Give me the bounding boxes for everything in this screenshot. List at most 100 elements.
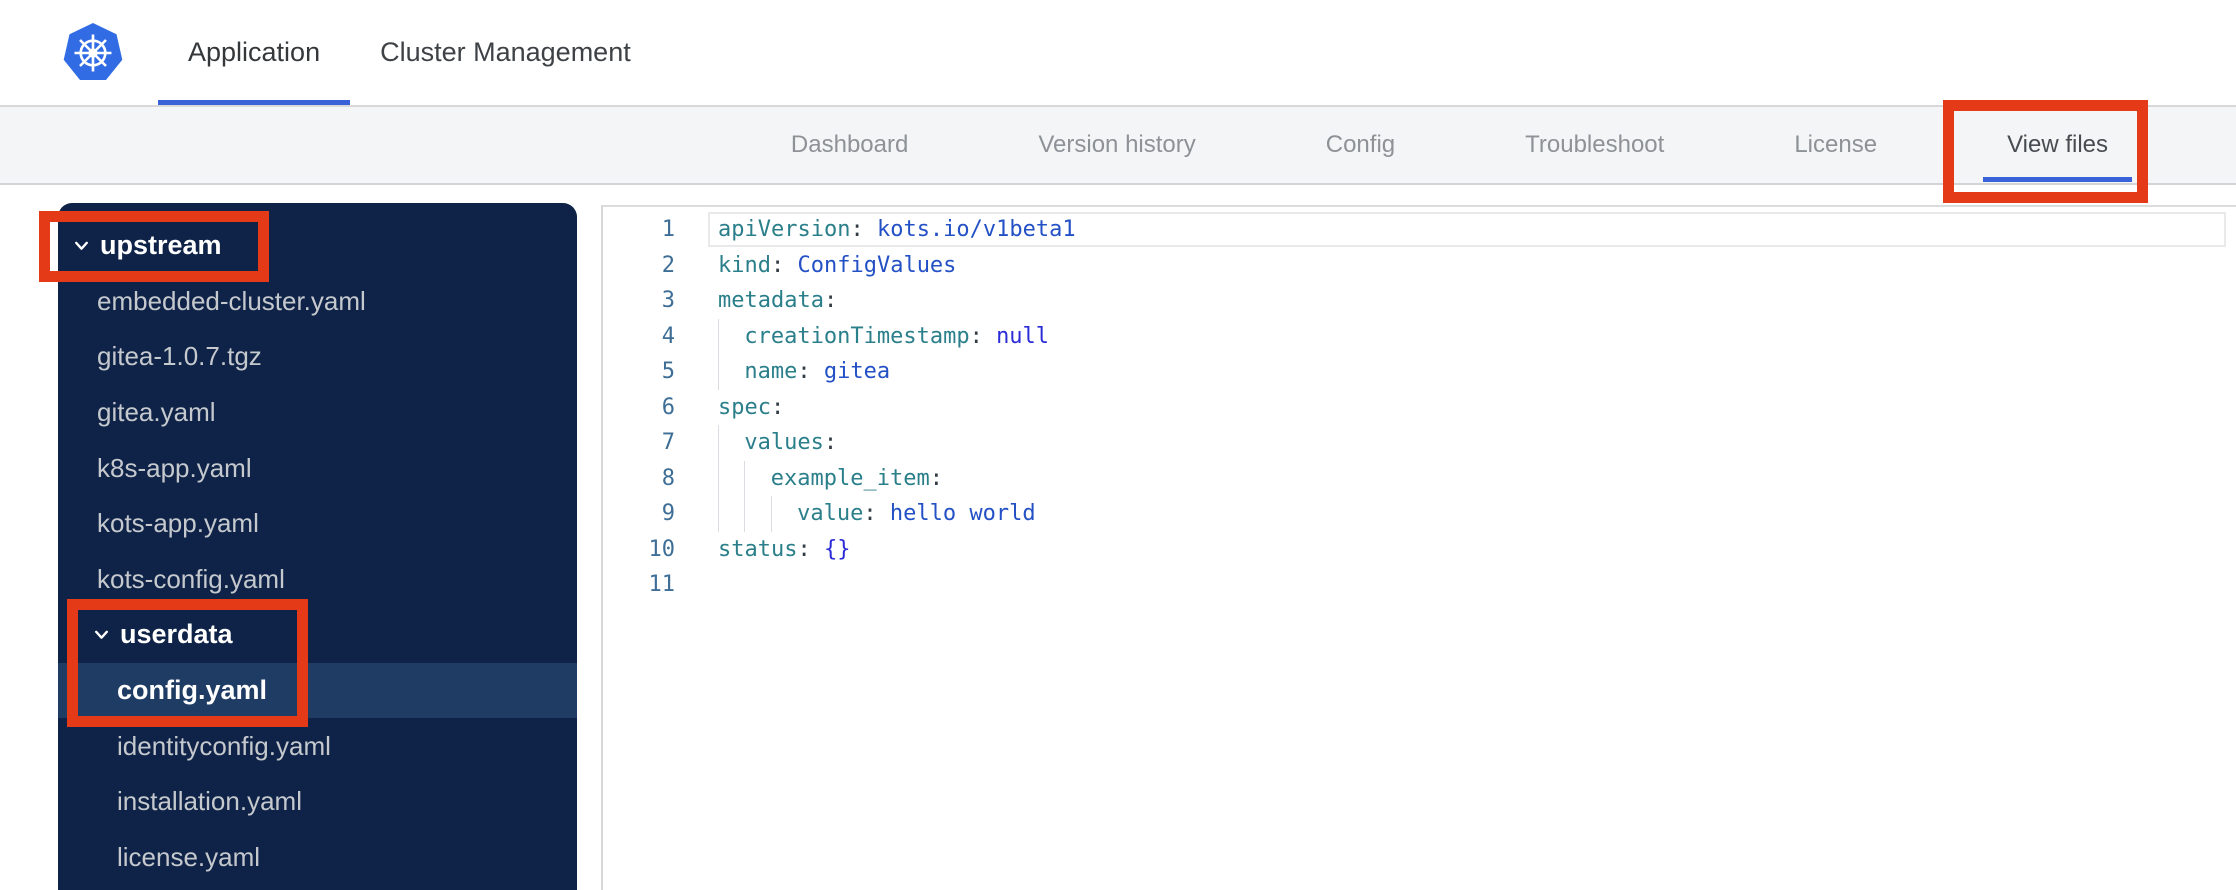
tab-dashboard[interactable]: Dashboard — [765, 107, 934, 183]
yaml-token-v: kots.io/v1beta1 — [876, 217, 1076, 242]
yaml-token-v: hello world — [889, 501, 1036, 526]
line-number: 1 — [661, 217, 675, 242]
indent-guide — [718, 496, 744, 532]
code-line-3: metadata: — [718, 283, 2236, 319]
code-line-6: spec: — [718, 390, 2236, 426]
yaml-token-p: : — [797, 359, 824, 384]
tree-file-config-yaml[interactable]: config.yaml — [58, 662, 577, 719]
line-number-gutter: 1 2 3 4 5 6 7 8 9 10 11 — [603, 207, 690, 890]
tab-version-history[interactable]: Version history — [1012, 107, 1221, 183]
yaml-token-k: metadata — [718, 288, 824, 313]
yaml-token-p: : — [823, 430, 838, 455]
subnav-tab-label: Troubleshoot — [1525, 131, 1665, 158]
yaml-code-content: apiVersion: kots.io/v1beta1 kind: ConfigV… — [690, 207, 2236, 890]
tree-file-gitea-1-0-7-tgz[interactable]: gitea-1.0.7.tgz — [58, 329, 577, 385]
code-line-7: values: — [718, 425, 2236, 461]
top-header-bar: Application Cluster Management — [0, 0, 2236, 107]
yaml-token-c: null — [996, 323, 1050, 349]
tree-item-label: k8s-app.yaml — [97, 452, 252, 483]
indent-guide — [718, 460, 744, 496]
yaml-token-k: creationTimestamp — [744, 323, 970, 349]
yaml-token-v: ConfigValues — [797, 252, 957, 278]
subnav-tab-label: License — [1794, 131, 1878, 158]
kots-admin-console: Application Cluster Management Dashboard V… — [0, 0, 2236, 890]
header-tab-label: Application — [188, 37, 321, 67]
line-number: 8 — [661, 465, 675, 491]
yaml-token-p: : — [850, 217, 877, 242]
application-subnav: Dashboard Version history Config Troublesho… — [0, 107, 2236, 185]
tree-item-label: kots-app.yaml — [97, 508, 259, 539]
tree-file-identityconfig-yaml[interactable]: identityconfig.yaml — [58, 718, 577, 774]
yaml-token-v: gitea — [823, 359, 891, 384]
yaml-token-k: value — [797, 501, 864, 526]
tree-file-installation-yaml[interactable]: installation.yaml — [58, 774, 577, 830]
kubernetes-logo-icon — [62, 22, 124, 84]
line-number: 10 — [648, 536, 676, 562]
tab-troubleshoot[interactable]: Troubleshoot — [1499, 107, 1690, 183]
yaml-token-k: example_item — [770, 465, 930, 491]
yaml-token-p: : — [823, 288, 838, 313]
subnav-tab-label: View files — [2007, 131, 2108, 158]
yaml-token-p: : — [770, 252, 798, 278]
file-tree-sidebar[interactable]: upstream embedded-cluster.yaml gitea-1.0.7… — [58, 203, 577, 890]
header-tab-application[interactable]: Application — [158, 0, 351, 105]
yaml-token-p: : — [929, 465, 943, 491]
tab-view-files[interactable]: View files — [1981, 107, 2134, 183]
yaml-token-k: status — [718, 536, 798, 562]
yaml-token-c: {} — [823, 536, 851, 562]
tree-item-label: installation.yaml — [117, 786, 302, 817]
yaml-token-k: name — [744, 359, 798, 384]
tree-item-label: gitea-1.0.7.tgz — [97, 341, 262, 372]
header-tab-cluster-management[interactable]: Cluster Management — [350, 0, 661, 105]
indent-guide — [744, 460, 770, 496]
tab-license[interactable]: License — [1768, 107, 1903, 183]
tree-item-label: upstream — [100, 230, 222, 261]
tree-file-k8s-app-yaml[interactable]: k8s-app.yaml — [58, 440, 577, 496]
header-tab-label: Cluster Management — [380, 37, 631, 67]
tree-item-label: userdata — [120, 619, 233, 650]
header-tab-group: Application Cluster Management — [158, 0, 661, 105]
line-number: 2 — [661, 252, 675, 278]
line-number: 6 — [661, 394, 675, 420]
tree-file-gitea-yaml[interactable]: gitea.yaml — [58, 385, 577, 441]
tree-item-label: embedded-cluster.yaml — [97, 285, 366, 316]
subnav-tab-label: Dashboard — [790, 131, 909, 158]
tab-config[interactable]: Config — [1300, 107, 1421, 183]
indent-guide — [744, 496, 770, 532]
yaml-token-p: : — [863, 501, 890, 526]
line-number: 9 — [661, 501, 675, 526]
tree-file-embedded-cluster-yaml[interactable]: embedded-cluster.yaml — [58, 274, 577, 330]
chevron-down-icon — [73, 237, 90, 254]
yaml-token-p: : — [969, 323, 997, 349]
subnav-tab-label: Version history — [1038, 131, 1196, 158]
tree-file-kots-app-yaml[interactable]: kots-app.yaml — [58, 496, 577, 552]
tree-item-label: kots-config.yaml — [97, 563, 285, 594]
yaml-token-k: spec — [718, 394, 771, 420]
tree-file-kots-config-yaml[interactable]: kots-config.yaml — [58, 552, 577, 608]
code-line-9: value: hello world — [718, 496, 2236, 532]
indent-guide — [718, 425, 744, 461]
code-line-4: creationTimestamp: null — [718, 318, 2236, 354]
yaml-token-p: : — [797, 536, 824, 562]
tree-item-label: license.yaml — [117, 841, 261, 872]
indent-guide — [718, 318, 744, 354]
tree-folder-userdata[interactable]: userdata — [58, 607, 577, 663]
code-line-8: example_item: — [718, 460, 2236, 496]
line-number: 3 — [661, 288, 675, 313]
subnav-tab-label: Config — [1325, 131, 1396, 158]
line-number: 11 — [648, 572, 676, 597]
file-viewer-editor[interactable]: 1 2 3 4 5 6 7 8 9 10 11 apiVersion: kots.io/v1beta… — [601, 205, 2236, 890]
line-number: 4 — [661, 323, 675, 349]
code-line-10: status: {} — [718, 532, 2236, 568]
code-line-1: apiVersion: kots.io/v1beta1 — [718, 212, 2236, 248]
code-line-5: name: gitea — [718, 354, 2236, 390]
line-number: 7 — [661, 430, 675, 455]
tree-file-license-yaml[interactable]: license.yaml — [58, 830, 577, 886]
line-number: 5 — [661, 359, 675, 384]
tree-folder-upstream[interactable]: upstream — [58, 218, 577, 274]
tree-item-label: config.yaml — [117, 675, 268, 706]
yaml-token-k: kind — [718, 252, 771, 278]
yaml-token-p: : — [770, 394, 785, 420]
chevron-down-icon — [93, 626, 110, 643]
